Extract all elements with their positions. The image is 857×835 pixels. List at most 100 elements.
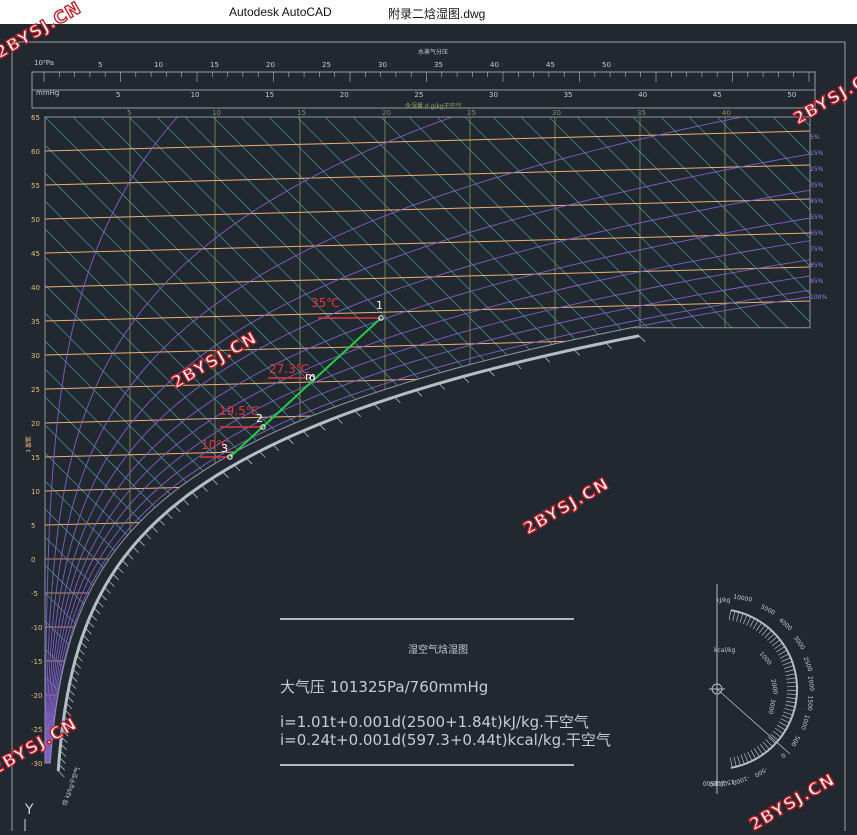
saturation-tick: [117, 567, 123, 573]
moisture-tick-label: 20: [382, 109, 391, 117]
formula-kcal: i=0.24t+0.001d(597.3+0.44t)kcal/kg.干空气: [280, 731, 611, 749]
protractor-tick: [770, 637, 778, 644]
protractor-tick: [759, 625, 765, 633]
protractor-label: 3000: [792, 635, 806, 652]
protractor-tick: [730, 758, 732, 768]
temp-tick-label: 60: [31, 148, 40, 156]
saturation-tick: [416, 390, 422, 396]
saturation-tick: [76, 655, 82, 661]
moisture-tick-label: 30: [552, 109, 561, 117]
moisture-tick-label: 40: [722, 109, 731, 117]
protractor-tick: [782, 715, 791, 719]
protractor-tick: [748, 752, 752, 761]
temp-tick-label: 50: [31, 216, 40, 224]
pa-tick-label: 15: [210, 61, 219, 69]
app-name: Autodesk AutoCAD: [229, 5, 332, 19]
protractor-label: 10000: [733, 593, 753, 603]
rh-label: 95%: [810, 278, 824, 285]
protractor-tick: [787, 682, 797, 683]
protractor-label: 2000: [769, 679, 779, 695]
enthalpy-line: [521, 117, 857, 817]
protractor-tick: [751, 750, 756, 759]
enthalpy-line: [213, 117, 857, 817]
protractor-tick: [779, 722, 788, 727]
moisture-tick-label: 15: [297, 109, 306, 117]
temp-tick-label: -30: [31, 760, 42, 768]
enthalpy-line: [325, 117, 857, 817]
saturation-tick: [374, 404, 380, 410]
saturation-tick: [287, 438, 293, 444]
rh-label: 55%: [810, 214, 824, 221]
enthalpy-line: [73, 117, 773, 817]
saturation-tick: [639, 336, 645, 342]
protractor-tick: [780, 654, 789, 658]
isotherm-line: [45, 199, 810, 219]
saturation-tick: [108, 581, 114, 587]
enthalpy-line: [829, 117, 857, 817]
saturation-tick: [81, 642, 87, 648]
saturation-tick: [319, 424, 325, 430]
saturation-tick: [71, 676, 77, 682]
state-point-temp: 27.3℃: [269, 362, 309, 376]
temp-tick-label: 0: [31, 556, 35, 564]
moisture-tick-label: 5: [127, 109, 131, 117]
saturation-tick: [113, 574, 119, 580]
protractor-label: 4000: [777, 617, 793, 633]
saturation-tick: [58, 771, 64, 777]
rh-label: 35%: [810, 182, 824, 189]
temp-tick-label: -15: [31, 658, 42, 666]
protractor-tick: [744, 753, 748, 762]
protractor-ray: [717, 689, 790, 754]
protractor-tick: [786, 678, 796, 679]
temp-tick-label: -10: [31, 624, 42, 632]
isotherm-line: [45, 233, 810, 253]
psychrometric-chart-drawing[interactable]: 51015202530354045505101520253035404550 1…: [0, 24, 857, 831]
protractor-tick: [786, 698, 796, 699]
isotherm-line: [45, 131, 810, 151]
temp-tick-label: 40: [31, 284, 40, 292]
protractor-tick: [773, 731, 781, 737]
state-point-temp: 19.5℃: [219, 404, 259, 418]
ucs-y-label: Y: [24, 802, 34, 818]
isotherm-line: [45, 505, 810, 525]
protractor-tick: [781, 658, 790, 662]
protractor-tick: [785, 705, 795, 707]
protractor-unit-kcal: kcal/kg: [714, 647, 736, 654]
saturation-tick: [94, 608, 100, 614]
saturation-tick: [122, 560, 128, 566]
enthalpy-line: [17, 117, 717, 817]
saturation-tick: [201, 485, 207, 491]
enthalpy-line: [0, 117, 185, 817]
enthalpy-line: [185, 117, 857, 817]
rh-label: 65%: [810, 230, 824, 237]
protractor-tick: [776, 647, 784, 652]
saturation-tick: [91, 615, 97, 621]
protractor-tick: [784, 666, 794, 669]
enthalpy-line: [745, 117, 857, 817]
pa-tick-label: 30: [378, 61, 387, 69]
temp-tick-label: 55: [31, 182, 40, 190]
moisture-axis-label: 含湿量 d g/kg干空气: [405, 102, 462, 110]
saturation-tick: [70, 683, 76, 689]
isotherm-line: [45, 437, 810, 457]
saturation-tick: [83, 635, 89, 641]
pressure-text: 大气压 101325Pa/760mmHg: [280, 678, 488, 696]
temp-tick-label: 5: [31, 522, 35, 530]
enthalpy-line: [241, 117, 857, 817]
drawing-canvas[interactable]: 51015202530354045505101520253035404550 1…: [0, 24, 857, 831]
enthalpy-line: [493, 117, 857, 817]
protractor-label: 500: [789, 734, 801, 748]
pa-tick-label: 20: [266, 61, 275, 69]
saturation-tick: [127, 553, 133, 559]
state-point-temp: 35℃: [311, 296, 340, 310]
rh-label: 75%: [810, 246, 824, 253]
saturation-tick: [75, 662, 81, 668]
saturation-tick: [88, 621, 94, 627]
title-bar: Autodesk AutoCAD 附录二焓湿图.dwg: [0, 0, 857, 24]
isotherm-line: [45, 267, 810, 287]
protractor-tick: [772, 640, 780, 646]
temp-axis-label: 温度 t: [24, 436, 32, 453]
temp-tick-label: 30: [31, 352, 40, 360]
protractor-arc: [731, 610, 797, 768]
saturation-tick: [104, 587, 110, 593]
